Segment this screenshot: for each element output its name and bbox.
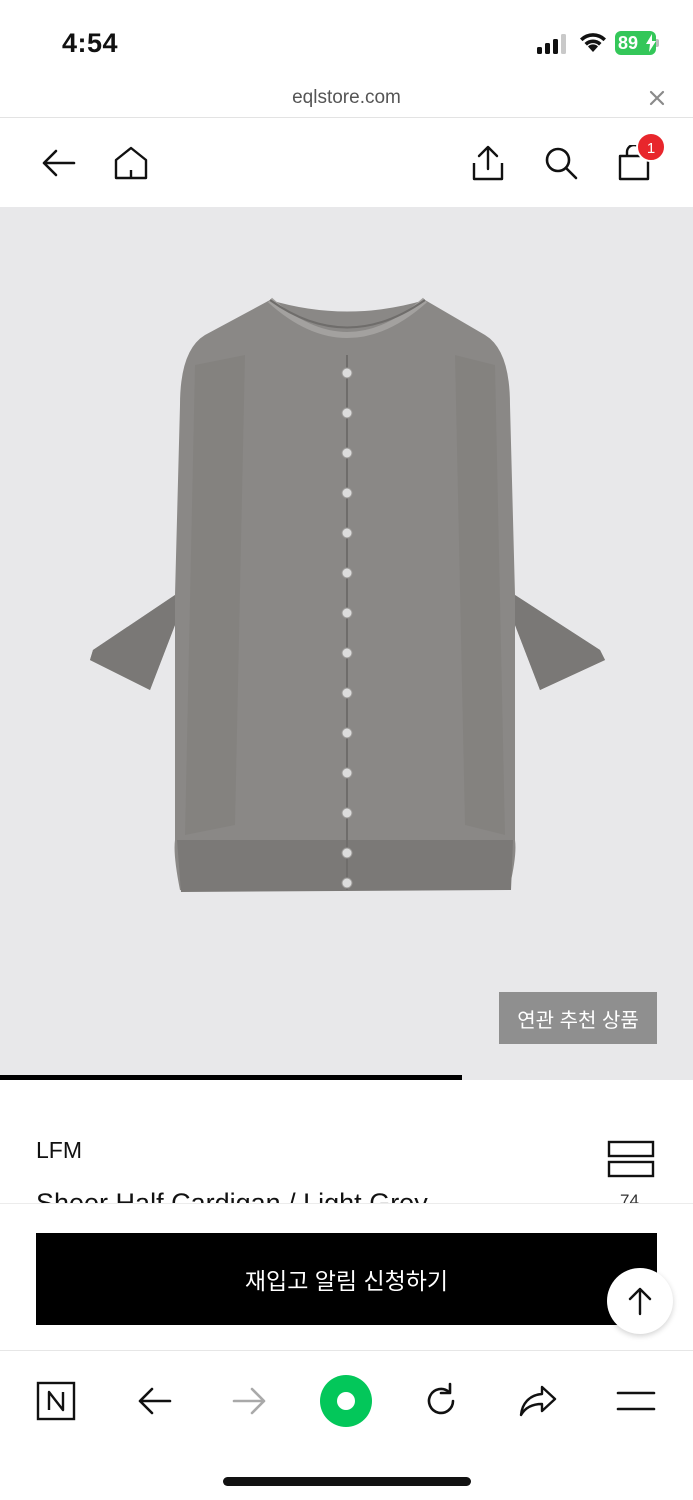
battery-cap [656,39,659,47]
close-icon[interactable] [648,89,666,107]
share-arrow-icon [519,1385,557,1417]
battery-icon: 89 [615,31,659,55]
refresh-button[interactable] [413,1373,469,1429]
arrow-up-icon [628,1287,652,1316]
status-time: 4:54 [62,28,119,58]
back-button[interactable] [36,141,80,185]
back-arrow-icon [42,149,76,177]
wifi-icon [580,33,606,52]
brand-name[interactable]: LFM [36,1137,82,1164]
top-nav [0,119,693,207]
url-text[interactable]: eqlstore.com [0,87,693,109]
image-progress-track [0,1075,693,1080]
home-button[interactable] [109,141,153,185]
charging-icon [646,34,656,52]
product-image [90,297,605,892]
signal-icon [537,34,566,54]
url-bar[interactable]: eqlstore.com [0,84,693,118]
browser-toolbar [0,1350,693,1500]
browser-back-button[interactable] [126,1373,182,1429]
browser-forward-button[interactable] [222,1373,278,1429]
menu-button[interactable] [608,1373,664,1429]
image-progress-fill [0,1075,463,1080]
cart-count-badge: 1 [636,132,666,162]
status-bar: 4:54 89 [0,0,693,84]
home-indicator [223,1477,471,1486]
naver-home-button[interactable] [28,1373,84,1429]
menu-icon [616,1391,656,1411]
sticky-action-bar: 재입고 알림 신청하기 [0,1203,693,1350]
view-count: 74 [620,1191,639,1203]
refresh-icon [427,1382,455,1415]
share-icon [472,145,504,181]
page: 4:54 89 eqlstore.com 1 연관 추천 상품 LFM Shee… [0,0,693,1500]
share-button[interactable] [466,141,510,185]
restock-alert-button[interactable]: 재입고 알림 신청하기 [36,1233,657,1325]
home-icon [114,146,148,180]
back-icon [138,1387,172,1415]
green-circle-icon [320,1375,372,1427]
related-products-button[interactable]: 연관 추천 상품 [499,992,657,1044]
product-image-carousel[interactable]: 연관 추천 상품 [0,207,693,1075]
green-dot-button[interactable] [318,1373,374,1429]
scroll-to-top-button[interactable] [607,1268,673,1334]
search-icon [545,147,578,180]
product-title: Sheer Half Cardigan / Light Grey [36,1188,428,1204]
view-toggle-icon[interactable] [607,1140,655,1178]
share-page-button[interactable] [510,1373,566,1429]
naver-n-icon [36,1381,76,1421]
battery-level: 89 [618,33,639,53]
forward-icon [232,1387,266,1415]
search-button[interactable] [539,141,583,185]
